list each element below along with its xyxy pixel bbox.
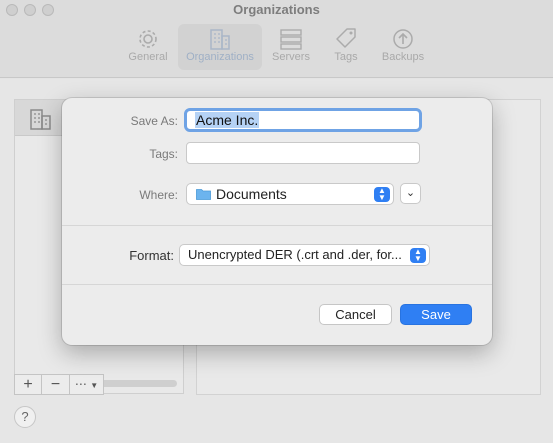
toolbar-general[interactable]: General — [124, 24, 172, 70]
where-value: Documents — [216, 186, 287, 202]
toolbar-tags[interactable]: Tags — [328, 24, 364, 70]
toolbar-backups-label: Backups — [381, 51, 425, 63]
sheet-divider — [62, 284, 492, 285]
backup-arrow-icon — [393, 29, 413, 49]
tags-field[interactable] — [186, 142, 420, 164]
where-label: Where: — [139, 188, 178, 202]
where-popup[interactable]: Documents ▲ ▼ — [186, 183, 394, 205]
toolbar-tags-label: Tags — [334, 51, 358, 63]
updown-chevron-icon: ▲ ▼ — [410, 248, 426, 263]
cancel-button[interactable]: Cancel — [319, 304, 392, 325]
tag-icon — [336, 28, 356, 48]
format-value: Unencrypted DER (.crt and .der, for... — [188, 247, 402, 262]
toolbar-general-label: General — [128, 51, 168, 63]
toolbar-servers-label: Servers — [272, 51, 310, 63]
chevron-down-icon: ⌄ — [405, 187, 416, 199]
window-titlebar: Organizations General Organizations Serv… — [0, 0, 553, 78]
folder-icon — [196, 189, 211, 200]
save-as-field[interactable]: Acme Inc. — [184, 108, 422, 132]
format-label: Format: — [129, 248, 174, 263]
sidebar-toolbar: + − ⋯ ▼ — [14, 374, 104, 395]
window-title: Organizations — [233, 2, 320, 17]
sheet-divider — [62, 225, 492, 226]
toolbar-backups[interactable]: Backups — [378, 24, 428, 70]
tags-label: Tags: — [149, 147, 178, 161]
preferences-toolbar: General Organizations Servers Tags Backu… — [0, 24, 553, 72]
save-dialog: Save As: Acme Inc. Tags: Where: Document… — [62, 98, 492, 345]
remove-organization-button[interactable]: − — [42, 374, 70, 395]
save-button[interactable]: Save — [400, 304, 472, 325]
toolbar-organizations[interactable]: Organizations — [178, 24, 262, 70]
ellipsis-icon: ⋯ — [74, 377, 87, 391]
help-button[interactable]: ? — [14, 406, 36, 428]
more-actions-button[interactable]: ⋯ ▼ — [70, 374, 104, 395]
toolbar-organizations-label: Organizations — [186, 51, 254, 63]
format-popup[interactable]: Unencrypted DER (.crt and .der, for... ▲… — [179, 244, 430, 266]
add-organization-button[interactable]: + — [14, 374, 42, 395]
gear-icon — [139, 30, 157, 48]
save-as-value: Acme Inc. — [195, 112, 260, 128]
expand-browser-button[interactable]: ⌄ — [400, 183, 421, 204]
toolbar-servers[interactable]: Servers — [268, 24, 314, 70]
updown-chevron-icon: ▲ ▼ — [374, 187, 390, 202]
save-as-label: Save As: — [130, 114, 178, 128]
building-icon — [210, 29, 230, 50]
building-icon — [30, 109, 51, 130]
chevron-down-icon: ▼ — [90, 381, 99, 390]
server-icon — [280, 29, 302, 50]
